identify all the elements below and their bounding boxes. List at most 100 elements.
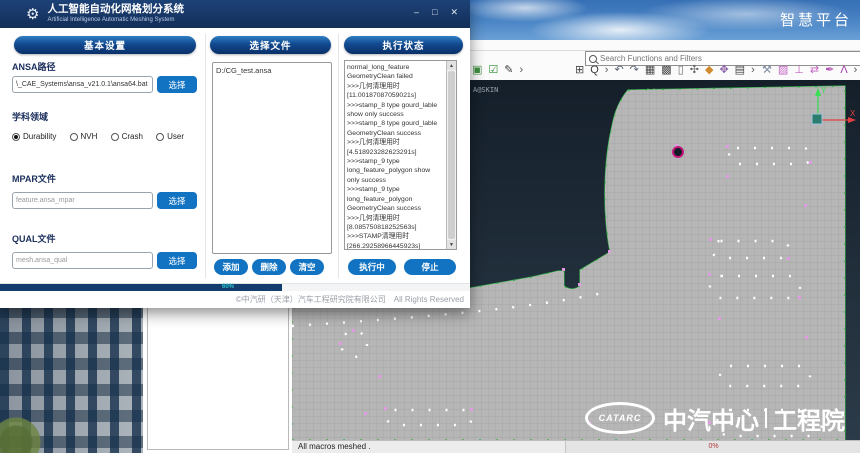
add-file-button[interactable]: 添加	[214, 259, 248, 275]
radio-dot	[111, 133, 119, 141]
delete-icon[interactable]: ▯	[678, 64, 684, 77]
log-line: only success	[347, 176, 444, 185]
stop-button[interactable]: 停止	[404, 259, 456, 275]
curve-icon[interactable]: Λ	[840, 64, 847, 77]
toolbar-group-right: ⚒ ▨ ⊥ ⇄ ✒ Λ ›	[762, 64, 857, 77]
execution-log: normal_long_featureGeometryClean failed>…	[344, 60, 457, 250]
clear-files-button[interactable]: 清空	[290, 259, 324, 275]
ansa-path-input[interactable]: \_CAE_Systems\ansa_v21.0.1\ansa64.bat	[12, 76, 153, 93]
log-line: >>>STAMP清理用时	[347, 232, 444, 241]
watermark-name: 中汽中心	[663, 401, 759, 436]
log-line: GeometryClean success	[347, 204, 444, 213]
search-input[interactable]	[600, 54, 857, 63]
prism-icon[interactable]: ▣	[472, 64, 482, 77]
list-icon[interactable]: ▤	[735, 64, 745, 77]
log-line: >>>stamp_9 type	[347, 185, 444, 194]
remove-file-button[interactable]: 删除	[252, 259, 286, 275]
qual-browse-button[interactable]: 选择	[157, 252, 197, 269]
status-progress: 0%	[565, 441, 860, 453]
progress-fill	[0, 284, 282, 291]
qual-input[interactable]: mesh.ansa_qual	[12, 252, 153, 269]
status-message: All macros meshed .	[298, 442, 370, 451]
undo-icon[interactable]: ↶	[614, 64, 623, 77]
mpar-input[interactable]: feature.ansa_mpar	[12, 192, 153, 209]
log-line: >>>stamp_8 type gourd_lable	[347, 101, 444, 110]
toolbar-group-middle: ⊞ Q › ↶ ↷ ▦ ▩ ▯ ✣ ◆ ✥ ▤ ›	[575, 64, 755, 77]
log-line: show only success	[347, 110, 444, 119]
log-line: [266.29258966445923s]	[347, 242, 444, 249]
watermark: CATARC 中汽中心 工程院	[585, 399, 857, 437]
zoom-window-icon[interactable]: ⊞	[575, 64, 584, 77]
screen: 智慧平台 ▣ ☑ ✎ › ⊞ Q › ↶ ↷ ▦ ▩ ▯ ✣ ◆ ✥ ▤ › ⚒ ▨ ⊥ ⇄ ✒ Λ ›	[0, 0, 860, 453]
log-scrollbar[interactable]: ▲ ▼	[446, 61, 456, 249]
building-photo	[0, 306, 143, 453]
edit-plan-icon[interactable]: ▨	[778, 64, 788, 77]
scroll-down-icon[interactable]: ▼	[447, 240, 456, 249]
ansa-path-browse-button[interactable]: 选择	[157, 76, 197, 93]
progress-label: 60%	[222, 284, 234, 291]
qual-label: QUAL文件	[12, 232, 56, 245]
column-divider	[205, 34, 206, 278]
radio-user[interactable]: User	[156, 132, 184, 141]
domain-label: 学科领域	[12, 110, 48, 123]
radio-label: User	[167, 132, 184, 141]
scroll-up-icon[interactable]: ▲	[447, 61, 456, 70]
minimize-button[interactable]: –	[414, 7, 419, 18]
mesh-shade-icon[interactable]: ▩	[661, 64, 671, 77]
swap-arrows-icon[interactable]: ⇄	[810, 64, 819, 77]
log-line: >>>几何清理用时	[347, 82, 444, 91]
side-panel	[147, 307, 289, 450]
move-icon[interactable]: ✥	[719, 64, 728, 77]
ansa-toolbar: ▣ ☑ ✎ › ⊞ Q › ↶ ↷ ▦ ▩ ▯ ✣ ◆ ✥ ▤ › ⚒ ▨ ⊥ ⇄ ✒ Λ ›	[470, 40, 860, 81]
radio-label: Durability	[23, 132, 56, 141]
file-list[interactable]: D:/CG_test.ansa	[212, 62, 332, 254]
pin-icon[interactable]: ⊥	[794, 64, 804, 77]
chevron-more-icon[interactable]: ›	[854, 64, 858, 77]
maximize-button[interactable]: □	[432, 7, 437, 18]
chevron-more-icon[interactable]: ›	[751, 64, 755, 77]
log-line: long_feature_polygon	[347, 195, 444, 204]
app-gear-icon: ⚙	[26, 5, 39, 23]
zoom-icon[interactable]: Q	[590, 64, 599, 77]
radio-durability[interactable]: Durability	[12, 132, 56, 141]
search-icon	[589, 55, 597, 63]
notify-icon[interactable]: ◆	[705, 64, 713, 77]
run-button[interactable]: 执行中	[348, 259, 396, 275]
radio-crash[interactable]: Crash	[111, 132, 143, 141]
chevron-more-icon[interactable]: ›	[605, 64, 609, 77]
radio-dot	[156, 133, 164, 141]
dialog-titlebar[interactable]: ⚙ 人工智能自动化网格划分系统 Artificial Intelligence …	[0, 0, 470, 28]
wrench-icon[interactable]: ⚒	[762, 64, 772, 77]
log-line: >>>stamp_9 type	[347, 157, 444, 166]
file-list-item[interactable]: D:/CG_test.ansa	[216, 66, 328, 75]
redo-icon[interactable]: ↷	[630, 64, 639, 77]
radio-nvh[interactable]: NVH	[70, 132, 98, 141]
dialog-title: 人工智能自动化网格划分系统	[47, 4, 184, 16]
log-line: GeometryClean failed	[347, 72, 444, 81]
section-header-basic: 基本设置	[14, 36, 196, 54]
pen-icon[interactable]: ✒	[825, 64, 834, 77]
log-line: long_feature_polygon show	[347, 166, 444, 175]
catarc-logo: CATARC	[585, 402, 655, 434]
section-header-files: 选择文件	[210, 36, 331, 54]
sketch-pencil-icon[interactable]: ✎	[504, 64, 513, 77]
scroll-thumb[interactable]	[448, 71, 455, 239]
log-line: >>>stamp_8 type gourd_lable	[347, 119, 444, 128]
mpar-browse-button[interactable]: 选择	[157, 192, 197, 209]
radio-dot	[70, 133, 78, 141]
axis-x-label: X	[850, 109, 856, 118]
progress-bar: 60%	[0, 283, 470, 291]
close-button[interactable]: ✕	[450, 7, 458, 18]
log-text: normal_long_featureGeometryClean failed>…	[345, 61, 446, 249]
log-line: normal_long_feature	[347, 63, 444, 72]
log-line: [11.00187087059021s]	[347, 91, 444, 100]
meshing-dialog: ⚙ 人工智能自动化网格划分系统 Artificial Intelligence …	[0, 0, 470, 308]
chevron-more-icon[interactable]: ›	[520, 64, 524, 77]
platform-title: 智慧平台	[780, 9, 852, 30]
section-header-status: 执行状态	[344, 36, 463, 54]
orient-icon[interactable]: ✣	[690, 64, 699, 77]
mpar-label: MPAR文件	[12, 172, 56, 185]
axis-y-label: Y	[821, 86, 827, 95]
mesh-grid-icon[interactable]: ▦	[645, 64, 655, 77]
validate-check-icon[interactable]: ☑	[488, 64, 498, 77]
